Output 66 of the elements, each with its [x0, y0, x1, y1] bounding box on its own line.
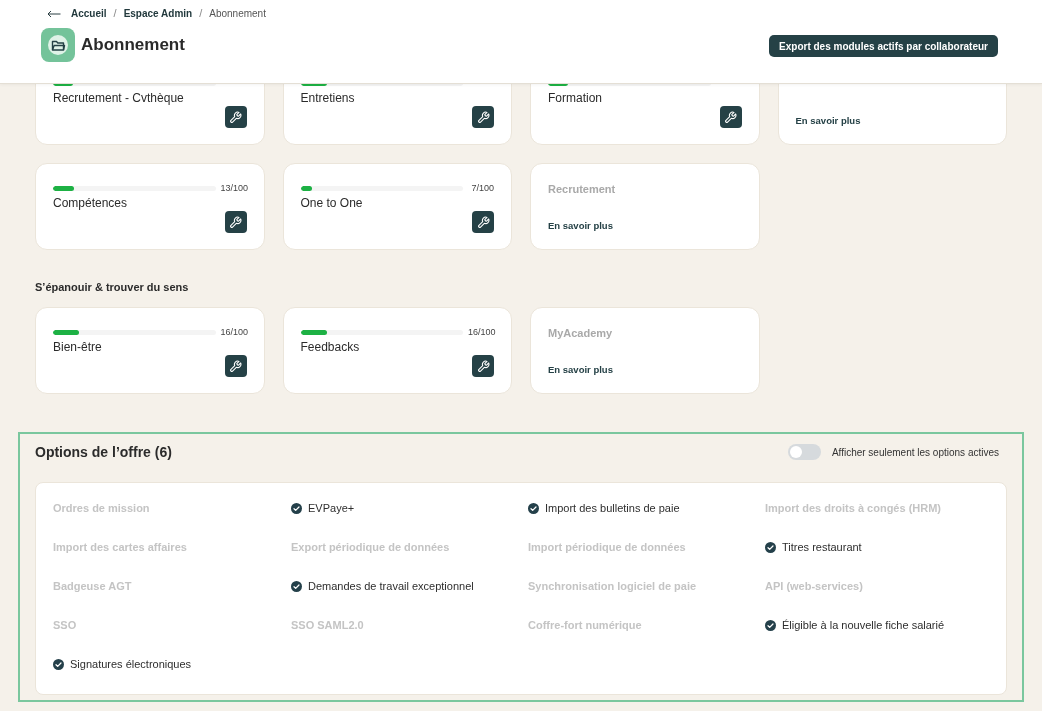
back-arrow-icon[interactable] [47, 9, 61, 18]
check-circle-icon [291, 502, 302, 514]
option-label: SSO [53, 617, 77, 633]
page-title: Abonnement [81, 34, 185, 57]
option-label: Signatures électroniques [70, 656, 192, 672]
option-label: Import des cartes affaires [53, 539, 187, 555]
breadcrumb-separator: / [113, 6, 117, 22]
module-name: Compétences [53, 196, 129, 211]
module-name: Feedbacks [300, 340, 361, 355]
module-name: Formation [548, 91, 604, 106]
wrench-button[interactable] [472, 106, 494, 128]
wrench-button[interactable] [719, 106, 742, 128]
option-label: Ordres de mission [53, 500, 150, 516]
folder-icon [41, 28, 75, 62]
option-label: Import des bulletins de paie [545, 500, 680, 516]
wrench-button[interactable] [224, 106, 247, 128]
module-name: Recrutement [548, 183, 616, 195]
module-name: Entretiens [300, 91, 356, 106]
check-circle-icon [528, 502, 539, 514]
option-label: EVPaye+ [308, 500, 355, 516]
wrench-icon [476, 359, 490, 373]
wrench-icon [476, 215, 490, 229]
option-label: Synchronisation logiciel de paie [528, 578, 697, 594]
option-label: Demandes de travail exceptionnel [308, 578, 474, 594]
progress-count: 7/100 [470, 183, 494, 193]
option-label: API (web-services) [765, 578, 863, 594]
wrench-icon [229, 110, 242, 124]
wrench-icon [476, 110, 490, 124]
option-label: Export périodique de données [291, 539, 450, 555]
check-circle-icon [765, 541, 776, 553]
option-label: SSO SAML2.0 [291, 617, 364, 633]
check-circle-icon [291, 580, 302, 592]
module-name: One to One [300, 196, 364, 211]
option-label: Éligible à la nouvelle fiche salarié [782, 617, 945, 633]
learn-more-link[interactable]: En savoir plus [795, 114, 861, 128]
breadcrumb-link[interactable]: Espace Admin [123, 6, 193, 21]
option-label: Import des droits à congés (HRM) [765, 500, 942, 516]
wrench-button[interactable] [224, 211, 247, 233]
section-title: S’épanouir & trouver du sens [35, 280, 190, 294]
module-name: Bien-être [53, 340, 103, 355]
wrench-button[interactable] [472, 211, 494, 233]
wrench-button[interactable] [224, 355, 247, 377]
wrench-icon [724, 110, 737, 124]
option-label: Badgeuse AGT [53, 578, 132, 594]
progress-count: 16/100 [220, 327, 247, 337]
wrench-button[interactable] [472, 355, 494, 377]
learn-more-link[interactable]: En savoir plus [548, 219, 613, 233]
options-title: Options de l’offre (6) [35, 442, 172, 462]
check-circle-icon [765, 619, 776, 631]
learn-more-link[interactable]: En savoir plus [548, 363, 613, 377]
check-circle-icon [53, 658, 64, 670]
option-label: Titres restaurant [782, 539, 862, 555]
breadcrumb-separator: / [199, 6, 203, 22]
option-label: Import périodique de données [528, 539, 686, 555]
progress-count: 13/100 [220, 183, 247, 193]
breadcrumb-current: Abonnement [209, 7, 266, 21]
module-name: MyAcademy [548, 327, 613, 339]
wrench-icon [229, 215, 242, 229]
toggle-switch[interactable] [787, 444, 821, 460]
option-label: Coffre-fort numérique [528, 617, 642, 633]
progress-count: 16/100 [468, 327, 494, 337]
toggle-label: Afficher seulement les options actives [831, 445, 999, 460]
module-name: Recrutement - Cvthèque [53, 91, 185, 106]
export-button[interactable]: Export des modules actifs par collaborateur [769, 35, 998, 58]
breadcrumb-link[interactable]: Accueil [71, 6, 107, 21]
wrench-icon [229, 359, 242, 373]
